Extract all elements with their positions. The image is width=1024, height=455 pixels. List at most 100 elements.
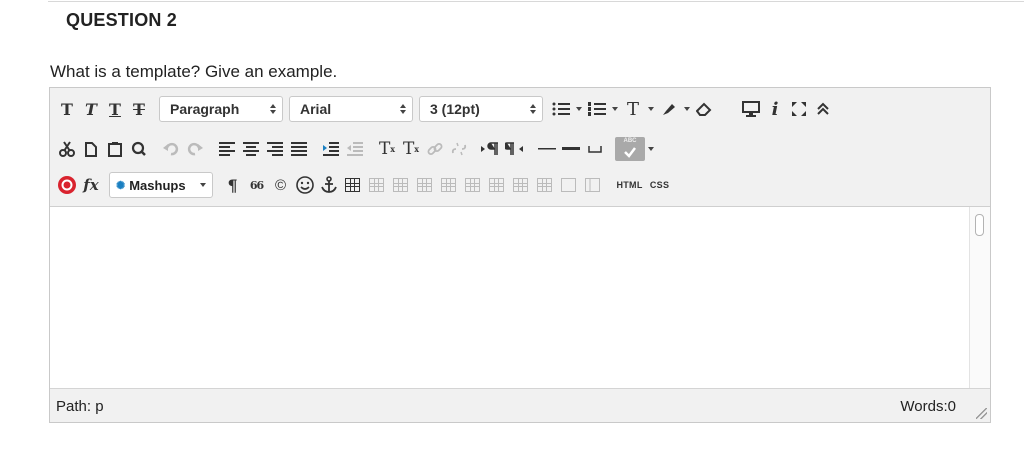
- spellcheck-button[interactable]: ABC: [615, 136, 657, 162]
- bullet-list-button[interactable]: [549, 96, 585, 122]
- align-right-button[interactable]: [263, 136, 287, 162]
- col-before-icon: [513, 178, 529, 192]
- align-left-button[interactable]: [215, 136, 239, 162]
- insert-row-after-button[interactable]: [461, 172, 485, 198]
- subscript-button[interactable]: Tx: [399, 136, 423, 162]
- col-after-icon: [537, 178, 553, 192]
- align-justify-button[interactable]: [287, 136, 311, 162]
- eraser-icon: [696, 102, 712, 116]
- chevron-double-up-icon: [817, 102, 829, 115]
- space-icon: [588, 146, 602, 153]
- scrollbar-thumb[interactable]: [975, 214, 984, 236]
- insert-col-before-button[interactable]: [509, 172, 533, 198]
- resize-grip-icon[interactable]: [976, 408, 987, 419]
- insert-link-button[interactable]: [423, 136, 447, 162]
- format-select[interactable]: Paragraph: [159, 96, 283, 122]
- text-color-button[interactable]: T: [621, 96, 657, 122]
- font-family-select[interactable]: Arial: [289, 96, 413, 122]
- chevron-down-icon[interactable]: [681, 107, 693, 111]
- horizontal-rule-button[interactable]: [535, 136, 559, 162]
- info-button[interactable]: i: [763, 96, 787, 122]
- highlight-color-button[interactable]: [657, 96, 693, 122]
- delete-col-icon: [561, 178, 577, 192]
- chevron-down-icon: [199, 183, 206, 187]
- align-center-button[interactable]: [239, 136, 263, 162]
- cell-props-button[interactable]: [413, 172, 437, 198]
- copy-button[interactable]: [79, 136, 103, 162]
- spellcheck-label: ABC: [623, 138, 637, 144]
- math-formula-button[interactable]: fx: [79, 172, 103, 198]
- insert-table-button[interactable]: [341, 172, 365, 198]
- chevron-down-icon[interactable]: [645, 147, 657, 151]
- underline-button[interactable]: T: [103, 96, 127, 122]
- delete-col-button[interactable]: [557, 172, 581, 198]
- align-right-icon: [267, 142, 283, 156]
- spellcheck-icon: ABC: [615, 137, 645, 161]
- eraser-button[interactable]: [693, 96, 717, 122]
- preview-button[interactable]: [739, 96, 763, 122]
- emoticon-button[interactable]: [293, 172, 317, 198]
- find-button[interactable]: [127, 136, 151, 162]
- font-size-select[interactable]: 3 (12pt): [419, 96, 543, 122]
- insert-col-after-button[interactable]: [533, 172, 557, 198]
- toolbar-row-3: fx ✺ Mashups ¶ 66 © HTML CSS: [55, 170, 673, 200]
- monitor-icon: [742, 101, 760, 117]
- pilcrow-icon: ¶: [227, 175, 238, 195]
- top-divider: [48, 1, 1024, 2]
- italic-button[interactable]: T: [79, 96, 103, 122]
- chevron-down-icon[interactable]: [609, 107, 621, 111]
- mashups-label: Mashups: [129, 177, 186, 193]
- undo-icon: [163, 142, 179, 156]
- outdent-button[interactable]: [343, 136, 367, 162]
- align-center-icon: [243, 142, 259, 156]
- strikethrough-button[interactable]: T: [127, 96, 151, 122]
- redo-button[interactable]: [183, 136, 207, 162]
- row-props-button[interactable]: [389, 172, 413, 198]
- mashups-dropdown[interactable]: ✺ Mashups: [109, 172, 213, 198]
- rtl-direction-button[interactable]: [503, 136, 527, 162]
- chevron-down-icon[interactable]: [645, 107, 657, 111]
- insert-row-before-button[interactable]: [437, 172, 461, 198]
- cut-button[interactable]: [55, 136, 79, 162]
- redo-icon: [187, 142, 203, 156]
- special-char-button[interactable]: ©: [269, 172, 293, 198]
- editor-content-area[interactable]: [50, 207, 990, 389]
- show-blocks-button[interactable]: ¶: [221, 172, 245, 198]
- font-family-select-value: Arial: [300, 101, 332, 117]
- align-left-icon: [219, 142, 235, 156]
- superscript-button[interactable]: Tx: [375, 136, 399, 162]
- ltr-direction-button[interactable]: [479, 136, 503, 162]
- bold-button[interactable]: T: [55, 96, 79, 122]
- record-button[interactable]: [55, 172, 79, 198]
- indent-icon: [323, 142, 339, 156]
- vertical-scrollbar[interactable]: [969, 207, 990, 389]
- undo-button[interactable]: [159, 136, 183, 162]
- nonbreaking-space-button[interactable]: [583, 136, 607, 162]
- table-props-button[interactable]: [365, 172, 389, 198]
- collapse-toolbar-button[interactable]: [811, 96, 835, 122]
- delete-row-button[interactable]: [485, 172, 509, 198]
- anchor-button[interactable]: [317, 172, 341, 198]
- function-icon: fx: [83, 176, 99, 194]
- info-icon: i: [771, 98, 779, 120]
- question-prompt: What is a template? Give an example.: [50, 62, 338, 81]
- editor-status-bar: Path: p Words:0: [50, 388, 990, 422]
- html-source-button[interactable]: HTML: [613, 172, 647, 198]
- indent-button[interactable]: [319, 136, 343, 162]
- unlink-button[interactable]: [447, 136, 471, 162]
- split-cells-button[interactable]: [581, 172, 605, 198]
- thick-rule-button[interactable]: [559, 136, 583, 162]
- select-arrows-icon: [270, 104, 276, 114]
- chevron-down-icon[interactable]: [573, 107, 585, 111]
- blockquote-button[interactable]: 66: [245, 172, 269, 198]
- split-cells-icon: [585, 178, 601, 192]
- fullscreen-button[interactable]: [787, 96, 811, 122]
- numbered-list-button[interactable]: [585, 96, 621, 122]
- text-color-icon: T: [621, 96, 645, 122]
- word-count: Words:0: [900, 398, 956, 415]
- row-props-icon: [393, 178, 409, 192]
- css-button[interactable]: CSS: [647, 172, 673, 198]
- clipboard-icon: [108, 142, 122, 157]
- toolbar-row-1: T T T T Paragraph Arial 3 (12pt) T i: [55, 94, 835, 124]
- paste-button[interactable]: [103, 136, 127, 162]
